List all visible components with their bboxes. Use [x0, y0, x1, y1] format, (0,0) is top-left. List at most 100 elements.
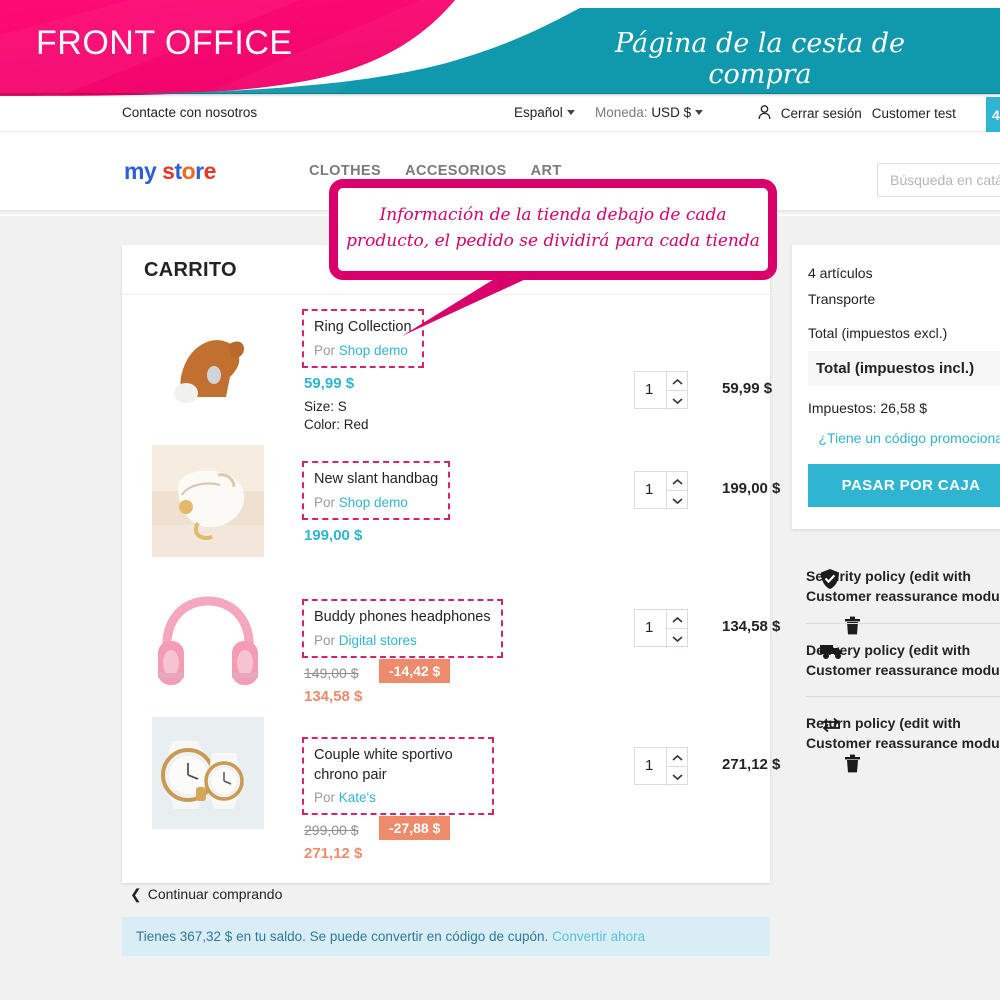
customer-name-link[interactable]: Customer test: [872, 106, 956, 121]
order-summary-panel: 4 artículos Transporte Total (impuestos …: [792, 245, 1000, 529]
continue-shopping-label: Continuar comprando: [147, 886, 283, 902]
product-shop: Por Shop demo: [314, 495, 438, 510]
product-name[interactable]: Buddy phones headphones: [314, 608, 491, 628]
summary-total-excl: Total (impuestos excl.): [808, 325, 948, 341]
product-thumbnail[interactable]: [152, 305, 264, 417]
quantity-stepper[interactable]: 1: [634, 747, 688, 786]
quantity-value: 1: [645, 381, 654, 398]
shop-info-highlight: Couple white sportivo chrono pair Por Ka…: [302, 737, 494, 816]
language-label: Español: [514, 105, 563, 120]
convert-now-link[interactable]: Convertir ahora: [552, 929, 645, 944]
annotation-text: Información de la tienda debajo de cada …: [346, 205, 760, 252]
summary-items-count: 4 artículos: [808, 265, 873, 281]
shop-link[interactable]: Kate's: [339, 790, 376, 805]
balance-notice: Tienes 367,32 $ en tu saldo. Se puede co…: [122, 917, 770, 956]
quantity-stepper[interactable]: 1: [634, 609, 688, 648]
chevron-down-icon: [672, 774, 683, 781]
checkout-button[interactable]: PASAR POR CAJA: [808, 464, 1000, 507]
product-info: Couple white sportivo chrono pair Por Ka…: [302, 737, 502, 862]
shop-link[interactable]: Shop demo: [339, 343, 408, 358]
product-name[interactable]: New slant handbag: [314, 470, 438, 490]
reassurance-block: Security policy (edit with Customer reas…: [792, 550, 1000, 770]
product-unit-price: 199,00 $: [304, 526, 363, 544]
product-new-price: 271,12 $: [304, 845, 363, 863]
nav-item-art[interactable]: ART: [531, 163, 562, 179]
shop-link[interactable]: Digital stores: [339, 633, 417, 648]
contact-us-link[interactable]: Contacte con nosotros: [122, 105, 257, 120]
quantity-increase-button[interactable]: [667, 372, 687, 391]
account-area: Cerrar sesión Customer test: [758, 105, 956, 121]
product-unit-price: 59,99 $: [304, 374, 355, 392]
banner-subtitle: Página de la cesta de compra: [615, 28, 905, 90]
price-row: 149,00 $ -14,42 $: [302, 658, 514, 683]
chevron-down-icon: [672, 498, 683, 505]
reassurance-row-return: Return policy (edit with Customer reassu…: [806, 696, 1000, 770]
product-attribute: Size: S: [304, 398, 347, 414]
page-root: FRONT OFFICE Página de la cesta de compr…: [0, 0, 1000, 1000]
cart-row: New slant handbag Por Shop demo 199,00 $…: [122, 445, 860, 585]
top-utility-bar: Contacte con nosotros Español Moneda: US…: [0, 97, 1000, 131]
quantity-stepper[interactable]: 1: [634, 471, 688, 510]
by-label: Por: [314, 342, 336, 358]
discount-badge: -27,88 $: [378, 816, 451, 841]
quantity-decrease-button[interactable]: [667, 391, 687, 410]
quantity-value: 1: [645, 757, 654, 774]
quantity-increase-button[interactable]: [667, 748, 687, 767]
cart-row: Buddy phones headphones Por Digital stor…: [122, 581, 860, 723]
chevron-up-icon: [672, 754, 683, 761]
by-label: Por: [314, 790, 336, 806]
continue-shopping-link[interactable]: ❮ Continuar comprando: [130, 886, 282, 903]
balance-notice-text: Tienes 367,32 $ en tu saldo. Se puede co…: [136, 929, 549, 944]
product-thumbnail[interactable]: [152, 445, 264, 557]
front-office-banner: FRONT OFFICE Página de la cesta de compr…: [0, 0, 1000, 96]
chevron-up-icon: [672, 378, 683, 385]
product-old-price: 149,00 $: [304, 664, 359, 681]
by-label: Por: [314, 494, 336, 510]
quantity-decrease-button[interactable]: [667, 491, 687, 510]
main-nav: CLOTHES ACCESORIOS ART: [309, 163, 586, 179]
quantity-spinner[interactable]: [666, 472, 687, 510]
quantity-increase-button[interactable]: [667, 610, 687, 629]
product-shop: Por Kate's: [314, 790, 482, 805]
chevron-down-icon: [566, 110, 575, 115]
shop-info-highlight: Buddy phones headphones Por Digital stor…: [302, 599, 503, 658]
summary-shipping: Transporte: [808, 291, 876, 307]
nav-item-clothes[interactable]: CLOTHES: [309, 163, 381, 179]
search-placeholder: Búsqueda en catálogo: [890, 172, 1000, 188]
currency-value: USD $: [651, 105, 692, 120]
nav-item-accesorios[interactable]: ACCESORIOS: [405, 163, 507, 179]
cart-count-badge: 4: [992, 107, 1000, 123]
quantity-spinner[interactable]: [666, 748, 687, 786]
language-selector[interactable]: Español: [514, 105, 575, 120]
product-shop: Por Shop demo: [314, 343, 412, 358]
product-info: New slant handbag Por Shop demo 199,00 $: [302, 461, 502, 544]
product-thumbnail[interactable]: [152, 581, 264, 693]
product-name[interactable]: Ring Collection: [314, 318, 412, 338]
cart-row: Couple white sportivo chrono pair Por Ka…: [122, 717, 860, 863]
by-label: Por: [314, 632, 336, 648]
chevron-up-icon: [672, 616, 683, 623]
quantity-spinner[interactable]: [666, 610, 687, 648]
quantity-increase-button[interactable]: [667, 472, 687, 491]
price-row: 299,00 $ -27,88 $: [302, 815, 502, 841]
product-thumbnail[interactable]: [152, 717, 264, 829]
search-input[interactable]: Búsqueda en catálogo: [877, 163, 1000, 197]
discount-badge: -14,42 $: [378, 658, 451, 683]
store-logo[interactable]: my store: [124, 158, 216, 185]
product-new-price: 134,58 $: [304, 687, 363, 705]
product-name[interactable]: Couple white sportivo chrono pair: [314, 746, 482, 785]
summary-taxes: Impuestos: 26,58 $: [808, 400, 928, 416]
promo-code-link[interactable]: ¿Tiene un código promocional?: [808, 430, 1000, 446]
quantity-decrease-button[interactable]: [667, 767, 687, 786]
currency-label: Moneda:: [595, 105, 648, 120]
quantity-spinner[interactable]: [666, 372, 687, 410]
quantity-value: 1: [645, 481, 654, 498]
product-attribute: Color: Red: [304, 416, 369, 432]
logout-link[interactable]: Cerrar sesión: [781, 106, 862, 121]
exchange-icon: [820, 717, 842, 738]
quantity-stepper[interactable]: 1: [634, 371, 688, 410]
quantity-decrease-button[interactable]: [667, 629, 687, 648]
currency-selector[interactable]: Moneda: USD $: [595, 105, 704, 120]
product-info: Buddy phones headphones Por Digital stor…: [302, 599, 514, 705]
shop-link[interactable]: Shop demo: [339, 495, 408, 510]
